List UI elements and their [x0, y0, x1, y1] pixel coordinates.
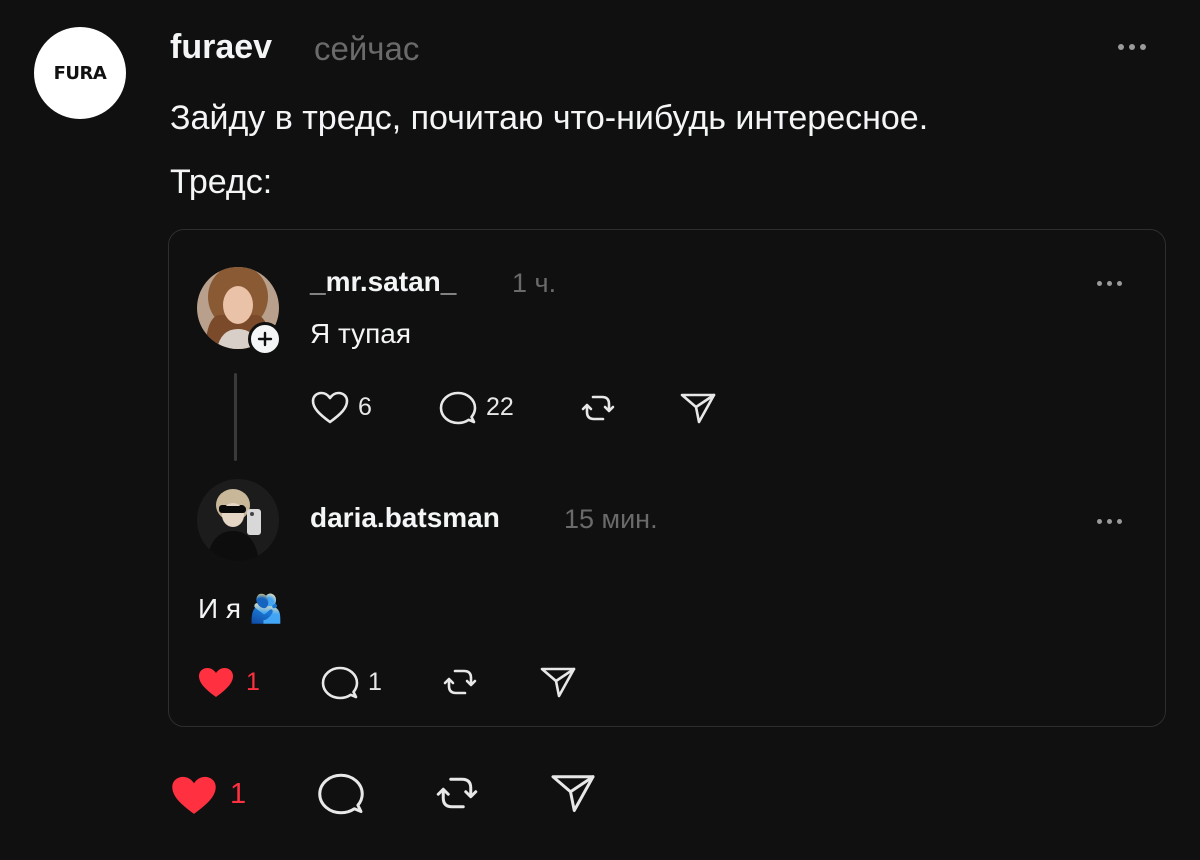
reply-text: И я	[198, 593, 242, 624]
avatar[interactable]: FURA	[34, 27, 126, 119]
like-filled-icon[interactable]	[168, 773, 220, 819]
repost-icon[interactable]	[440, 662, 480, 702]
more-options-icon[interactable]	[1097, 516, 1137, 526]
like-count: 1	[246, 668, 260, 696]
like-filled-icon[interactable]	[196, 665, 236, 701]
more-options-icon[interactable]	[1118, 42, 1158, 52]
quote-timestamp-1: 1 ч.	[512, 268, 557, 298]
repost-icon[interactable]	[432, 768, 482, 818]
post-username[interactable]: furaev	[170, 28, 272, 67]
quote-text-2: И я 🫂	[198, 592, 284, 625]
like-count: 6	[358, 393, 372, 421]
post-text-line-2: Тредс:	[170, 163, 273, 201]
hugging-people-emoji: 🫂	[248, 593, 284, 624]
quote-username-2[interactable]: daria.batsman	[310, 502, 500, 534]
quote-text-1: Я тупая	[310, 318, 412, 349]
avatar-logo-text: FURA	[53, 62, 107, 84]
post-text: Зайду в тредс, почитаю что-нибудь интере…	[170, 86, 1170, 214]
post-like-count: 1	[230, 778, 247, 810]
quoted-thread-card[interactable]	[168, 229, 1166, 727]
reply-icon[interactable]	[316, 771, 366, 817]
post-text-line-1: Зайду в тредс, почитаю что-нибудь интере…	[170, 99, 929, 137]
more-options-icon[interactable]	[1097, 278, 1137, 288]
quote-timestamp-2: 15 мин.	[564, 504, 658, 534]
reply-icon[interactable]	[320, 665, 360, 701]
thread-connector-line	[234, 373, 237, 461]
share-icon[interactable]	[538, 662, 578, 702]
user-avatar-daria-batsman[interactable]	[197, 479, 279, 561]
repost-icon[interactable]	[578, 388, 618, 428]
like-icon[interactable]	[310, 390, 350, 426]
share-icon[interactable]	[548, 768, 598, 818]
reply-count: 22	[486, 393, 514, 421]
follow-plus-icon[interactable]	[248, 322, 282, 356]
reply-icon[interactable]	[438, 390, 478, 426]
quote-username-1[interactable]: _mr.satan_	[310, 266, 456, 298]
share-icon[interactable]	[678, 388, 718, 428]
reply-count: 1	[368, 668, 382, 696]
post-timestamp: сейчас	[314, 30, 420, 67]
